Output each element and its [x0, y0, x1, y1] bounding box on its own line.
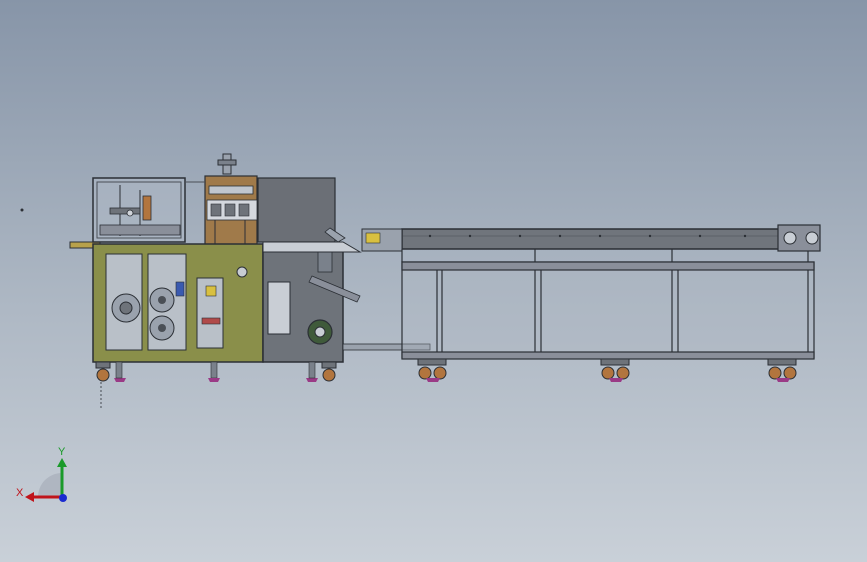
machine-casters — [95, 361, 337, 382]
head-pulley — [777, 224, 821, 252]
machine-assembly[interactable] — [69, 153, 431, 382]
main-frame — [92, 243, 264, 363]
top-guard — [92, 177, 186, 243]
reference-point — [20, 208, 24, 212]
sealing-head — [185, 153, 258, 247]
z-axis-dot — [59, 494, 67, 502]
conveyor-base-frame — [401, 249, 815, 360]
conveyor-casters — [417, 358, 797, 382]
y-axis-label: Y — [58, 446, 66, 458]
x-axis-label: X — [16, 487, 24, 499]
conveyor-belt — [401, 228, 781, 250]
outfeed-conveyor[interactable] — [361, 224, 821, 382]
film-hopper — [257, 177, 336, 243]
coordinate-triad: Y X — [16, 446, 67, 502]
cad-viewport[interactable]: Y X — [0, 0, 867, 562]
